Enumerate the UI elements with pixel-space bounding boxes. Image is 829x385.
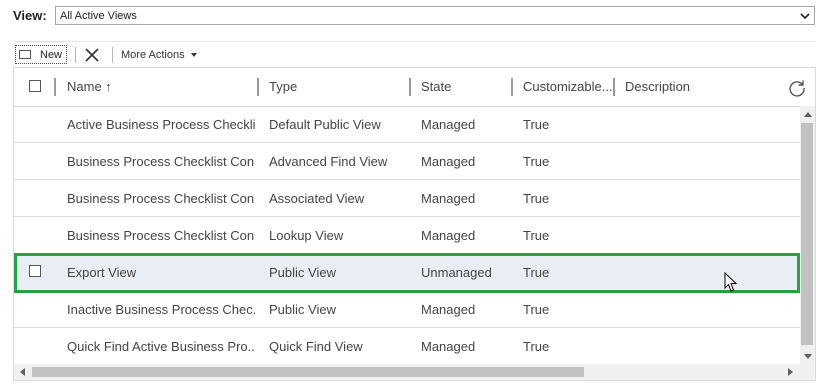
column-header-description[interactable]: Description [625, 79, 690, 94]
column-header-state[interactable]: State [421, 79, 451, 94]
cell-customizable: True [523, 265, 550, 280]
grid-header: Name ↑ Type State Customizable... Descri… [14, 68, 815, 107]
cell-type: Associated View [269, 191, 365, 206]
row-checkbox[interactable] [29, 265, 41, 277]
table-row-selected[interactable]: Export View Public View Unmanaged True [14, 254, 800, 291]
cell-customizable: True [523, 154, 550, 169]
column-divider[interactable] [257, 78, 259, 96]
cell-type: Default Public View [269, 117, 381, 132]
command-bar: New More Actions [13, 41, 816, 68]
cell-state: Managed [421, 117, 476, 132]
cell-name[interactable]: Inactive Business Process Chec... [67, 302, 255, 317]
grid-body: Active Business Process Checkli... Defau… [14, 106, 800, 364]
cell-type: Advanced Find View [269, 154, 388, 169]
cell-state: Unmanaged [421, 265, 492, 280]
cell-type: Lookup View [269, 228, 344, 243]
toolbar-divider [75, 47, 76, 63]
caret-down-icon [190, 52, 197, 57]
delete-icon[interactable] [83, 46, 101, 64]
toolbar-divider [112, 47, 113, 63]
table-row[interactable]: Quick Find Active Business Pro... Quick … [14, 328, 800, 364]
view-label: View: [13, 8, 47, 23]
cell-state: Managed [421, 154, 476, 169]
column-header-name[interactable]: Name ↑ [67, 79, 112, 94]
view-selector-row: View: All Active Views [13, 5, 816, 27]
view-dropdown[interactable]: All Active Views [55, 6, 815, 25]
vertical-scroll-thumb[interactable] [801, 123, 813, 345]
refresh-icon[interactable] [787, 78, 807, 98]
cell-name[interactable]: Quick Find Active Business Pro... [67, 339, 255, 354]
column-divider[interactable] [511, 78, 513, 96]
cell-customizable: True [523, 302, 550, 317]
cell-name[interactable]: Business Process Checklist Con... [67, 191, 255, 206]
vertical-scrollbar[interactable] [800, 106, 815, 364]
horizontal-scrollbar[interactable] [14, 364, 800, 380]
cell-type: Public View [269, 265, 336, 280]
table-row[interactable]: Business Process Checklist Con... Lookup… [14, 217, 800, 254]
cell-state: Managed [421, 302, 476, 317]
more-actions-label: More Actions [121, 49, 185, 61]
column-header-customizable[interactable]: Customizable... [523, 79, 613, 94]
cell-name[interactable]: Business Process Checklist Con... [67, 228, 255, 243]
new-button[interactable]: New [15, 45, 67, 64]
cell-customizable: True [523, 191, 550, 206]
cell-type: Quick Find View [269, 339, 363, 354]
cell-name[interactable]: Active Business Process Checkli... [67, 117, 255, 132]
view-dropdown-value: All Active Views [60, 10, 137, 22]
column-divider [54, 78, 56, 96]
cell-state: Managed [421, 228, 476, 243]
table-row[interactable]: Active Business Process Checkli... Defau… [14, 106, 800, 143]
table-row[interactable]: Business Process Checklist Con... Advanc… [14, 143, 800, 180]
cell-state: Managed [421, 339, 476, 354]
column-header-type[interactable]: Type [269, 79, 297, 94]
scroll-down-icon[interactable] [804, 354, 812, 359]
chevron-down-icon [800, 13, 810, 20]
column-divider[interactable] [613, 78, 615, 96]
table-row[interactable]: Business Process Checklist Con... Associ… [14, 180, 800, 217]
cell-type: Public View [269, 302, 336, 317]
scroll-up-icon[interactable] [804, 112, 812, 117]
horizontal-scroll-thumb[interactable] [32, 367, 584, 377]
column-divider[interactable] [409, 78, 411, 96]
cell-state: Managed [421, 191, 476, 206]
scroll-right-icon[interactable] [788, 368, 793, 376]
more-actions-button[interactable]: More Actions [121, 47, 197, 63]
cell-customizable: True [523, 228, 550, 243]
new-icon [19, 50, 31, 59]
cell-name[interactable]: Export View [67, 265, 255, 280]
select-all-checkbox[interactable] [29, 80, 41, 92]
scrollbar-corner [800, 364, 815, 380]
table-row[interactable]: Inactive Business Process Chec... Public… [14, 291, 800, 328]
cell-name[interactable]: Business Process Checklist Con... [67, 154, 255, 169]
new-button-label: New [40, 49, 63, 61]
cell-customizable: True [523, 117, 550, 132]
cell-customizable: True [523, 339, 550, 354]
scroll-left-icon[interactable] [20, 368, 25, 376]
cursor-icon [724, 272, 738, 292]
views-grid: Name ↑ Type State Customizable... Descri… [13, 67, 816, 381]
